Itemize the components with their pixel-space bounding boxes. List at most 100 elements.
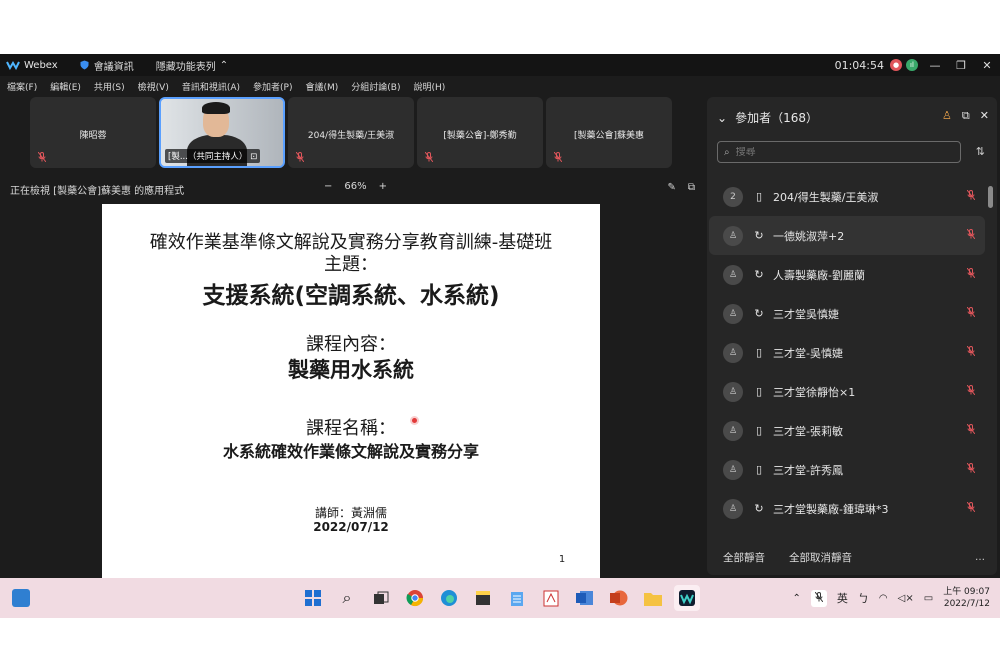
widgets-icon[interactable] <box>12 589 30 607</box>
invite-user-icon[interactable]: ♙ <box>942 109 952 123</box>
menu-meeting[interactable]: 會議(M) <box>306 80 339 96</box>
video-strip: 陳昭蓉 [製...（共同主持人） ⊡ 204/得生製藥/王美淑 [製藥公會]-鄭… <box>30 97 675 169</box>
participant-search[interactable]: ⌕ <box>717 141 961 163</box>
mic-muted-icon[interactable] <box>966 189 976 203</box>
mic-muted-icon[interactable] <box>966 501 976 515</box>
list-item[interactable]: ♙ ▯ 三才堂-許秀鳳 <box>709 450 985 489</box>
participant-tile[interactable]: 陳昭蓉 <box>30 97 156 168</box>
avatar: ♙ <box>723 381 743 402</box>
mic-muted-icon[interactable] <box>810 589 827 607</box>
minimize-icon[interactable]: — <box>922 59 948 72</box>
slide-content: 製藥用水系統 <box>288 358 414 382</box>
participant-scrollbar[interactable] <box>988 178 993 538</box>
chrome-icon[interactable] <box>402 585 428 611</box>
pdf-reader-icon[interactable] <box>538 585 564 611</box>
meeting-info-button[interactable]: 會議資訊 <box>80 58 134 73</box>
mic-muted-icon[interactable] <box>966 306 976 320</box>
participant-tile[interactable]: [製藥公會]蘇美惠 <box>546 97 672 168</box>
list-item[interactable]: ♙ ▯ 三才堂-吳慎婕 <box>709 333 985 372</box>
avatar: ♙ <box>723 342 743 363</box>
hide-menu-button[interactable]: 隱藏功能表列 ⌃ <box>156 58 228 73</box>
task-view-icon[interactable] <box>368 585 394 611</box>
mute-all-button[interactable]: 全部靜音 <box>723 550 765 565</box>
system-clock[interactable]: 上午 09:07 2022/7/12 <box>943 586 990 610</box>
list-item[interactable]: ♙ ▯ 三才堂徐靜怡×1 <box>709 372 985 411</box>
laser-pointer <box>412 418 417 423</box>
zoom-in-button[interactable]: + <box>379 181 387 192</box>
mic-muted-icon[interactable] <box>966 267 976 281</box>
user-icon: ♙ <box>728 347 738 358</box>
participant-name: 一德姚淑萍+2 <box>773 229 845 243</box>
popout-share-icon[interactable]: ⧉ <box>688 182 695 193</box>
participant-name: 三才堂徐靜怡×1 <box>773 385 856 399</box>
zoom-level[interactable]: 66% <box>344 181 366 192</box>
participants-header[interactable]: ⌄ 參加者（168） <box>717 109 818 126</box>
menu-share[interactable]: 共用(S) <box>94 80 125 96</box>
menu-help[interactable]: 說明(H) <box>414 80 446 96</box>
list-item[interactable]: ♙ ▯ 三才堂-張莉敏 <box>709 411 985 450</box>
mic-muted-icon[interactable] <box>966 462 976 476</box>
notepad-icon[interactable] <box>504 585 530 611</box>
tile-name: 204/得生製藥/王美淑 <box>307 131 395 141</box>
meeting-timer: 01:04:54 <box>834 58 884 72</box>
menu-edit[interactable]: 編輯(E) <box>50 80 81 96</box>
user-icon: ♙ <box>728 230 738 241</box>
zoom-out-button[interactable]: − <box>324 181 332 192</box>
mic-muted-icon[interactable] <box>966 345 976 359</box>
powerpoint-icon[interactable] <box>606 585 632 611</box>
mic-muted-icon[interactable] <box>966 423 976 437</box>
sync-icon: ↻ <box>754 307 764 320</box>
start-icon[interactable] <box>300 585 326 611</box>
webex-taskbar-icon[interactable] <box>674 585 700 611</box>
restore-icon[interactable]: ❐ <box>948 59 974 72</box>
close-icon[interactable]: ✕ <box>974 59 1000 72</box>
volume-muted-icon[interactable]: ◁× <box>898 593 914 604</box>
sticky-notes-icon[interactable] <box>470 585 496 611</box>
phone-icon: ▯ <box>755 424 763 437</box>
search-input[interactable] <box>735 146 936 158</box>
list-item[interactable]: ♙ ↻ 三才堂製藥廠-鍾瑋琳*3 <box>709 489 985 528</box>
popout-icon[interactable]: ⧉ <box>962 109 970 123</box>
more-options-button[interactable]: … <box>975 552 985 563</box>
menu-file[interactable]: 檔案(F) <box>7 80 37 96</box>
participant-tile[interactable]: [製藥公會]-鄭秀勤 <box>417 97 543 168</box>
network-health-icon[interactable]: ıl <box>906 59 918 71</box>
webex-icon <box>6 61 20 70</box>
avatar: ♙ <box>723 264 743 285</box>
phone-icon: ▯ <box>755 346 763 359</box>
recording-icon[interactable]: ● <box>890 59 902 71</box>
mic-muted-icon[interactable] <box>966 384 976 398</box>
participant-list: 2 ▯ 204/得生製藥/王美淑 ♙ ↻ 一德姚淑萍+2 ♙ ↻ 人壽製藥廠-劉… <box>709 177 985 539</box>
participant-name: 人壽製藥廠-劉麗蘭 <box>773 268 865 282</box>
participant-tile-video[interactable]: [製...（共同主持人） ⊡ <box>159 97 285 168</box>
close-icon[interactable]: ✕ <box>980 109 989 123</box>
search-icon[interactable]: ⌕ <box>334 585 360 611</box>
mic-muted-icon <box>38 152 46 162</box>
share-view-bar: 正在檢視 [製藥公會]蘇美惠 的應用程式 − 66% + ✎ ⧉ <box>0 180 705 198</box>
battery-icon[interactable]: ▭ <box>924 593 933 604</box>
annotate-icon[interactable]: ✎ <box>667 182 675 193</box>
participant-name: 三才堂製藥廠-鍾瑋琳*3 <box>773 502 889 516</box>
participant-name: 204/得生製藥/王美淑 <box>773 190 879 204</box>
sort-icon[interactable]: ⇅ <box>976 145 985 158</box>
menu-breakout[interactable]: 分組討論(B) <box>351 80 400 96</box>
list-item[interactable]: ♙ ↻ 三才堂吳慎婕 <box>709 294 985 333</box>
menu-view[interactable]: 檢視(V) <box>138 80 169 96</box>
participant-tile[interactable]: 204/得生製藥/王美淑 <box>288 97 414 168</box>
list-item[interactable]: 2 ▯ 204/得生製藥/王美淑 <box>709 177 985 216</box>
app-name: Webex <box>24 59 58 71</box>
edge-icon[interactable] <box>436 585 462 611</box>
ime-mode[interactable]: 英 <box>837 590 848 606</box>
word-icon[interactable] <box>572 585 598 611</box>
chevron-up-icon[interactable]: ⌃ <box>793 593 801 604</box>
file-explorer-icon[interactable] <box>640 585 666 611</box>
slide-topic: 支援系統(空調系統、水系統) <box>202 283 500 309</box>
list-item[interactable]: ♙ ↻ 一德姚淑萍+2 <box>709 216 985 255</box>
mic-muted-icon[interactable] <box>966 228 976 242</box>
menu-audio-video[interactable]: 音訊和視訊(A) <box>182 80 240 96</box>
unmute-all-button[interactable]: 全部取消靜音 <box>789 550 852 565</box>
ime-icon[interactable]: ㄅ <box>858 590 869 606</box>
menu-participants[interactable]: 參加者(P) <box>253 80 292 96</box>
list-item[interactable]: ♙ ↻ 人壽製藥廠-劉麗蘭 <box>709 255 985 294</box>
wifi-icon[interactable]: ◠ <box>879 593 888 604</box>
